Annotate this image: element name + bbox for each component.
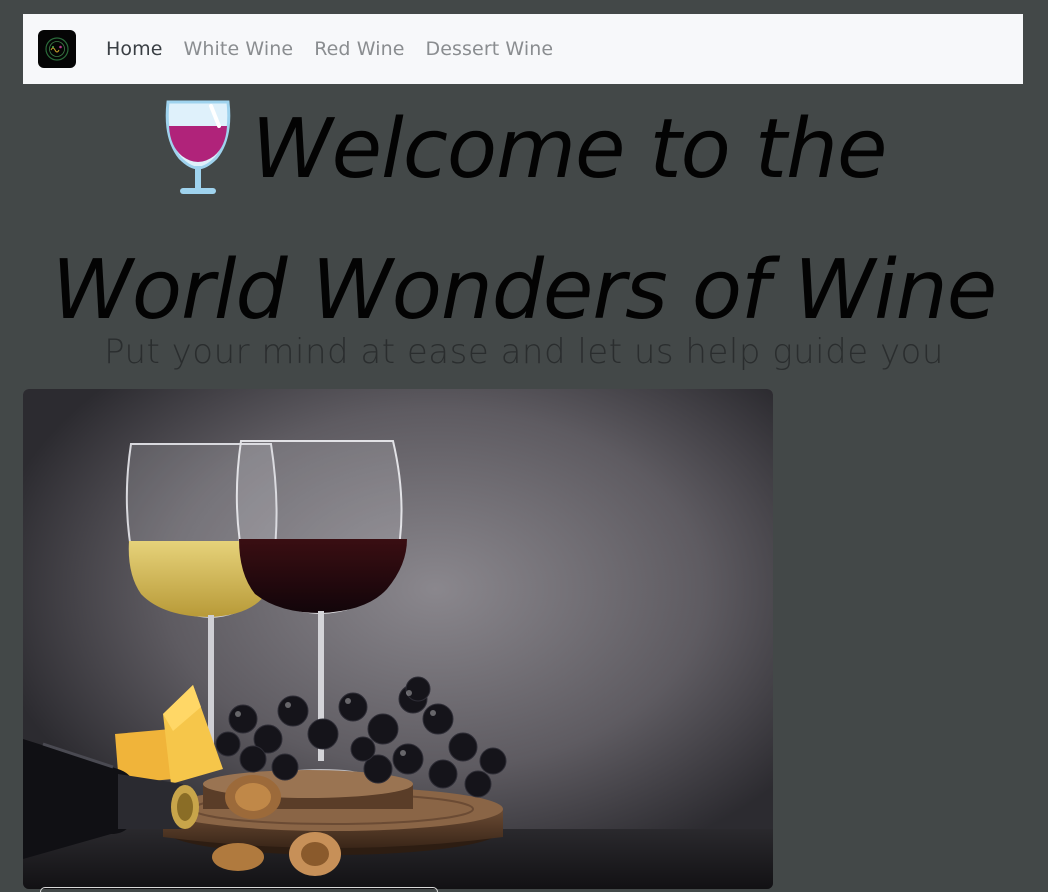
navbar: Home White Wine Red Wine Dessert Wine	[23, 14, 1023, 84]
hero-title: Welcome to the World Wonders of Wine	[0, 90, 1048, 351]
nav-link-dessert-wine[interactable]: Dessert Wine	[426, 38, 554, 60]
hero-subtitle: Put your mind at ease and let us help gu…	[104, 332, 944, 372]
hero-image	[23, 389, 773, 889]
hero-title-text-1: Welcome to the	[251, 102, 888, 197]
next-section-card-edge	[40, 887, 438, 892]
hero-title-line-1: Welcome to the	[0, 90, 1048, 231]
nav-link-red-wine[interactable]: Red Wine	[314, 38, 404, 60]
brand-logo-icon[interactable]	[38, 30, 76, 68]
nav-link-home[interactable]: Home	[106, 38, 163, 60]
nav-link-white-wine[interactable]: White Wine	[184, 38, 294, 60]
wine-glass-icon	[162, 98, 234, 231]
nav-links: Home White Wine Red Wine Dessert Wine	[106, 14, 574, 84]
